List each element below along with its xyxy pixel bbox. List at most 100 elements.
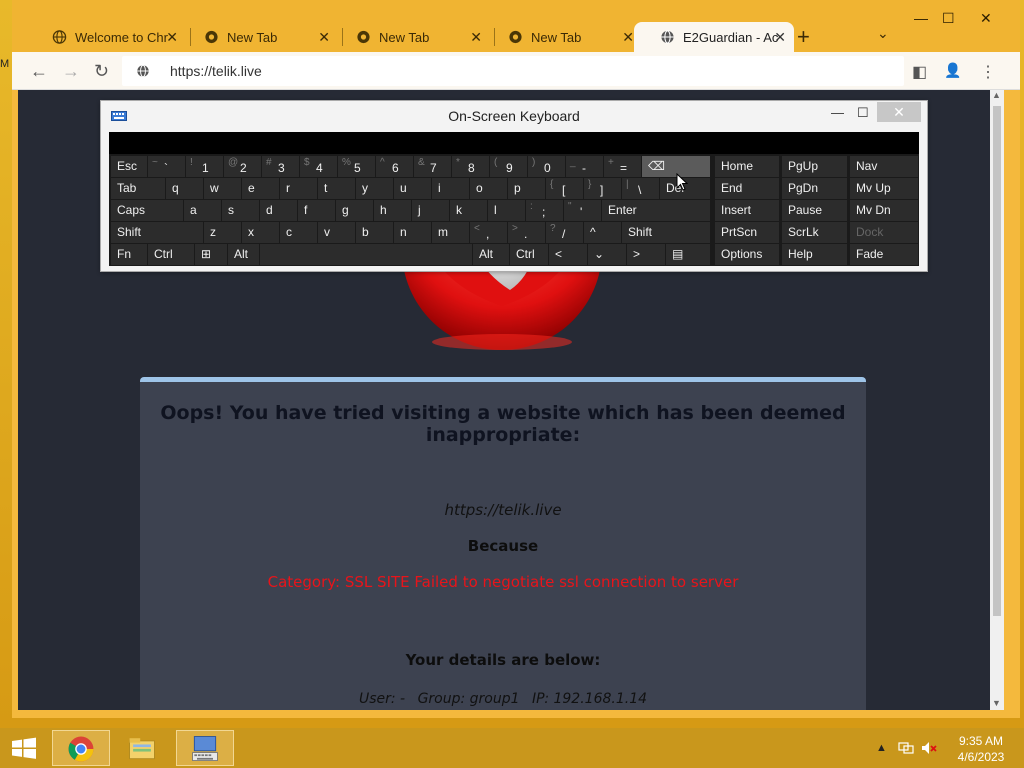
key-mvdn[interactable]: Mv Dn — [850, 200, 918, 221]
address-text[interactable]: https://telik.live — [170, 63, 262, 79]
tab-e2guardian[interactable]: E2Guardian - Ac ✕ — [634, 22, 794, 52]
volume-muted-icon[interactable] — [920, 740, 938, 756]
tab-close-icon[interactable]: ✕ — [166, 29, 178, 46]
taskbar-on-screen-keyboard[interactable] — [176, 730, 234, 766]
key-7[interactable]: & 7 — [414, 156, 451, 177]
key-symbol[interactable]: ? / — [546, 222, 583, 243]
key-symbol[interactable]: ⊞ — [195, 244, 227, 265]
key-j[interactable]: j — [412, 200, 449, 221]
key-p[interactable]: p — [508, 178, 545, 199]
site-info-icon[interactable] — [136, 64, 150, 78]
osk-close-button[interactable]: ✕ — [877, 102, 921, 122]
key-symbol[interactable]: _ - — [566, 156, 603, 177]
key-x[interactable]: x — [242, 222, 279, 243]
key-z[interactable]: z — [204, 222, 241, 243]
profile-button[interactable]: 👤 — [944, 62, 961, 79]
key-symbol[interactable]: ⌄ — [588, 244, 626, 265]
key-symbol[interactable]: <, — [470, 222, 507, 243]
key-prtscn[interactable]: PrtScn — [715, 222, 779, 243]
key-v[interactable]: v — [318, 222, 355, 243]
clock-date[interactable]: 4/6/2023 — [955, 750, 1007, 764]
back-button[interactable]: ← — [30, 61, 48, 82]
tab-close-icon[interactable]: ✕ — [774, 29, 786, 46]
window-maximize-button[interactable]: ☐ — [942, 10, 955, 27]
taskbar-chrome[interactable] — [52, 730, 110, 766]
key-Shift[interactable]: Shift — [622, 222, 710, 243]
key-dock[interactable]: Dock — [850, 222, 918, 243]
tab-new-3[interactable]: New Tab ✕ — [482, 22, 642, 52]
key-r[interactable]: r — [280, 178, 317, 199]
key-home[interactable]: Home — [715, 156, 779, 177]
key-6[interactable]: ^ 6 — [376, 156, 413, 177]
key-e[interactable]: e — [242, 178, 279, 199]
scroll-up-arrow[interactable]: ▲ — [992, 90, 1001, 100]
browser-menu-button[interactable]: ⋮ — [980, 62, 996, 82]
key-f[interactable]: f — [298, 200, 335, 221]
reload-button[interactable]: ↻ — [94, 61, 109, 82]
key-symbol[interactable]: {[ — [546, 178, 583, 199]
network-icon[interactable] — [898, 740, 914, 756]
key-4[interactable]: $4 — [300, 156, 337, 177]
key-1[interactable]: ! 1 — [186, 156, 223, 177]
key-Shift[interactable]: Shift — [111, 222, 203, 243]
key-c[interactable]: c — [280, 222, 317, 243]
key-insert[interactable]: Insert — [715, 200, 779, 221]
key-s[interactable]: s — [222, 200, 259, 221]
key-5[interactable]: % 5 — [338, 156, 375, 177]
key-help[interactable]: Help — [782, 244, 847, 265]
key-symbol[interactable]: | \ — [622, 178, 659, 199]
key-symbol[interactable]: :; — [526, 200, 563, 221]
key-mvup[interactable]: Mv Up — [850, 178, 918, 199]
key-Ctrl[interactable]: Ctrl — [510, 244, 548, 265]
key-end[interactable]: End — [715, 178, 779, 199]
tab-new-1[interactable]: New Tab ✕ — [178, 22, 338, 52]
key-symbol[interactable]: }] — [584, 178, 621, 199]
key-8[interactable]: * 8 — [452, 156, 489, 177]
key-t[interactable]: t — [318, 178, 355, 199]
scroll-down-arrow[interactable]: ▼ — [992, 698, 1001, 708]
key-y[interactable]: y — [356, 178, 393, 199]
osk-maximize-button[interactable]: ☐ — [857, 105, 869, 121]
key-Esc[interactable]: Esc — [111, 156, 147, 177]
tab-close-icon[interactable]: ✕ — [470, 29, 482, 46]
tab-search-button[interactable]: ⌄ — [877, 25, 889, 42]
key-pgdn[interactable]: PgDn — [782, 178, 847, 199]
window-close-button[interactable]: ✕ — [980, 10, 992, 27]
tray-overflow-arrow[interactable]: ▲ — [876, 742, 887, 754]
clock-time[interactable]: 9:35 AM — [955, 734, 1007, 748]
start-button[interactable] — [0, 730, 48, 766]
key-g[interactable]: g — [336, 200, 373, 221]
key-9[interactable]: (9 — [490, 156, 527, 177]
key-w[interactable]: w — [204, 178, 241, 199]
new-tab-button[interactable]: + — [797, 24, 810, 50]
key-3[interactable]: #3 — [262, 156, 299, 177]
key-symbol[interactable]: ^ — [584, 222, 621, 243]
key-Enter[interactable]: Enter — [602, 200, 710, 221]
tab-close-icon[interactable]: ✕ — [622, 29, 634, 46]
key-symbol[interactable]: < — [549, 244, 587, 265]
key-nav[interactable]: Nav — [850, 156, 918, 177]
key-0[interactable]: ) 0 — [528, 156, 565, 177]
key-symbol[interactable]: >. — [508, 222, 545, 243]
key-m[interactable]: m — [432, 222, 469, 243]
key-options[interactable]: Options — [715, 244, 779, 265]
key-i[interactable]: i — [432, 178, 469, 199]
key-Caps[interactable]: Caps — [111, 200, 183, 221]
osk-minimize-button[interactable]: — — [831, 105, 844, 120]
address-bar[interactable]: https://telik.live — [122, 56, 904, 86]
key-pgup[interactable]: PgUp — [782, 156, 847, 177]
key-u[interactable]: u — [394, 178, 431, 199]
key-Ctrl[interactable]: Ctrl — [148, 244, 194, 265]
tab-welcome[interactable]: Welcome to Chr ✕ — [26, 22, 186, 52]
tab-close-icon[interactable]: ✕ — [318, 29, 330, 46]
key-h[interactable]: h — [374, 200, 411, 221]
key-symbol[interactable]: + = — [604, 156, 641, 177]
scroll-thumb[interactable] — [993, 106, 1001, 616]
window-minimize-button[interactable]: — — [914, 10, 928, 26]
side-panel-button[interactable]: ◧ — [912, 62, 927, 82]
key-o[interactable]: o — [470, 178, 507, 199]
key-q[interactable]: q — [166, 178, 203, 199]
key-Alt[interactable]: Alt — [473, 244, 509, 265]
key-scrlk[interactable]: ScrLk — [782, 222, 847, 243]
key-symbol[interactable]: ~ ` — [148, 156, 185, 177]
